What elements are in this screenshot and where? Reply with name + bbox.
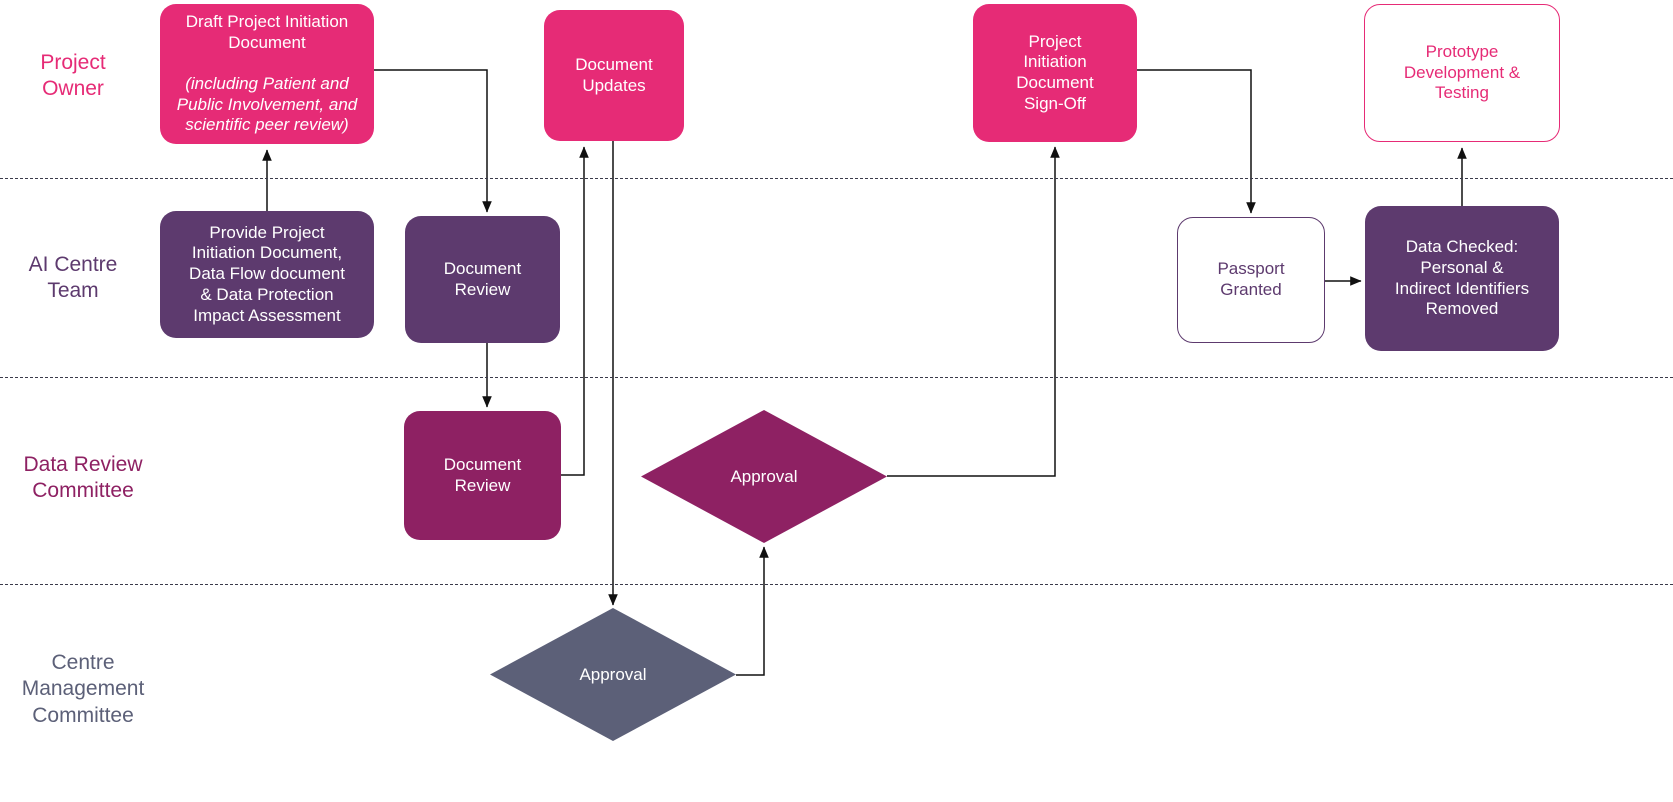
node-label: Prototype Development & Testing [1403, 41, 1521, 103]
node-label: Document Review [443, 454, 522, 495]
node-label: Project Initiation Document Sign-Off [1016, 31, 1094, 113]
node-draft-project-initiation-document[interactable]: Draft Project Initiation Document (inclu… [160, 4, 374, 144]
node-label: Data Checked: Personal & Indirect Identi… [1394, 237, 1530, 319]
node-document-review-data-review-committee[interactable]: Document Review [404, 411, 561, 540]
node-document-updates[interactable]: Document Updates [544, 10, 684, 141]
node-provide-project-initiation-document[interactable]: Provide Project Initiation Document, Dat… [160, 211, 374, 338]
node-label: Approval [730, 466, 798, 486]
node-label-primary: Draft Project Initiation Document [185, 11, 349, 52]
node-label-secondary: (including Patient and Public Involvemen… [176, 74, 358, 135]
lane-divider-2 [0, 377, 1673, 378]
swimlane-diagram-canvas: Project Owner AI Centre Team Data Review… [0, 0, 1673, 802]
node-data-checked-identifiers-removed[interactable]: Data Checked: Personal & Indirect Identi… [1365, 206, 1559, 351]
lane-label-ai-centre-team: AI Centre Team [28, 253, 118, 303]
lane-label-centre-management-committee: Centre Management Committee [21, 651, 145, 727]
edge-cmc-approval-to-drc-approval [736, 546, 769, 676]
node-label: Document Review [443, 258, 522, 299]
lane-label-project-owner: Project Owner [40, 51, 106, 101]
node-project-initiation-document-sign-off[interactable]: Project Initiation Document Sign-Off [973, 4, 1137, 142]
node-approval-data-review-committee[interactable]: Approval [641, 410, 887, 543]
edge-sign-off-to-passport-granted [1137, 69, 1256, 214]
node-label: Document Updates [575, 54, 653, 95]
edge-drc-approval-to-sign-off [887, 146, 1060, 477]
node-label: Provide Project Initiation Document, Dat… [189, 222, 345, 325]
lane-label-data-review-committee: Data Review Committee [23, 453, 143, 503]
node-label: Approval [579, 664, 647, 684]
lane-divider-3 [0, 584, 1673, 585]
lane-divider-1 [0, 178, 1673, 179]
edge-drc-review-to-document-updates [561, 146, 589, 476]
node-document-review-ai-centre[interactable]: Document Review [405, 216, 560, 343]
node-passport-granted[interactable]: Passport Granted [1177, 217, 1325, 343]
node-approval-centre-management-committee[interactable]: Approval [490, 608, 736, 741]
edge-draft-to-document-review-ai [374, 69, 492, 213]
node-prototype-development-and-testing[interactable]: Prototype Development & Testing [1364, 4, 1560, 142]
node-label: Passport Granted [1217, 259, 1285, 299]
